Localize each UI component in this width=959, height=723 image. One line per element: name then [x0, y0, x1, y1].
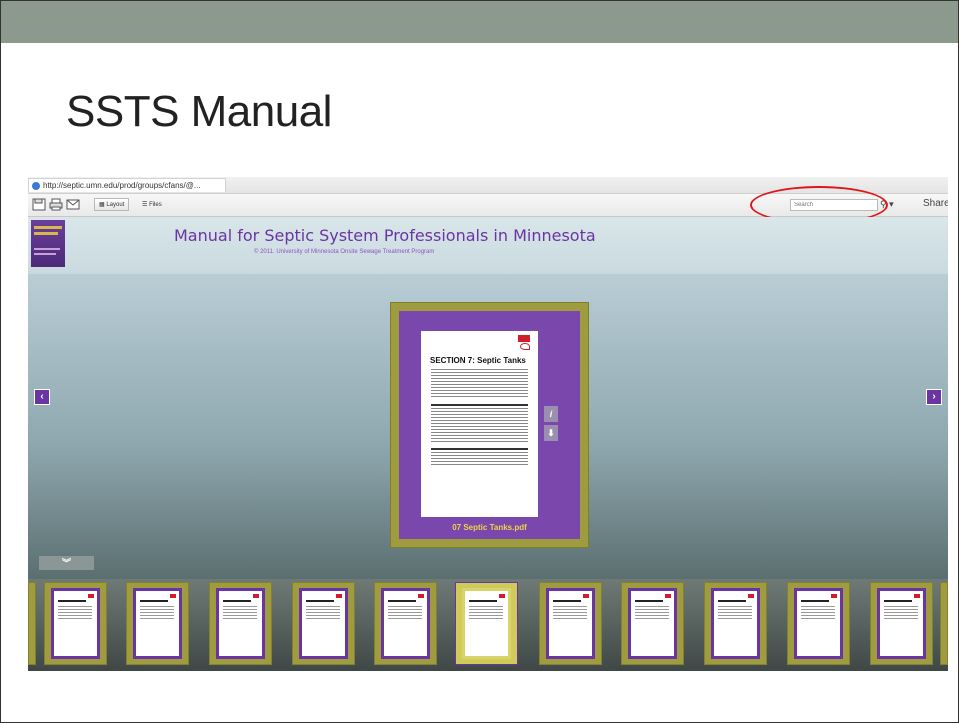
thumbnail-02[interactable]: [126, 582, 189, 665]
browser-screenshot: http://septic.umn.edu/prod/groups/cfans/…: [28, 177, 948, 671]
layout-button-label: Layout: [106, 202, 125, 208]
thumbnail-05[interactable]: [374, 582, 437, 665]
browser-tab-url: http://septic.umn.edu/prod/groups/cfans/…: [43, 181, 201, 190]
previous-page-button[interactable]: ‹: [34, 389, 50, 405]
thumbnail-04[interactable]: [292, 582, 355, 665]
thumbnail-strip: [28, 579, 948, 671]
document-caption: 07 Septic Tanks.pdf: [452, 523, 527, 532]
thumbnail-07[interactable]: [539, 582, 602, 665]
viewer-toolbar: ▦ Layout ☰ Files ⚲ ▾ Share: [28, 186, 948, 224]
viewer-stage: ‹ › SECTION 7: Septic Tanks i ⬇ 07 Septi…: [28, 274, 948, 579]
thumbnail-partial-right[interactable]: [940, 582, 948, 665]
manual-header: Manual for Septic System Professionals i…: [28, 217, 948, 274]
slide: SSTS Manual http://septic.umn.edu/prod/g…: [0, 0, 959, 723]
layout-icon: ▦: [99, 202, 105, 208]
files-button[interactable]: ☰ Files: [137, 198, 167, 211]
layout-button[interactable]: ▦ Layout: [94, 198, 130, 211]
browser-icon: [32, 182, 40, 190]
download-icon[interactable]: ⬇: [544, 425, 558, 441]
files-icon: ☰: [142, 202, 148, 208]
document-heading: SECTION 7: Septic Tanks: [430, 356, 526, 365]
document-page-preview: SECTION 7: Septic Tanks: [421, 331, 538, 517]
document-card: SECTION 7: Septic Tanks i ⬇ 07 Septic Ta…: [399, 311, 580, 539]
browser-tab[interactable]: http://septic.umn.edu/prod/groups/cfans/…: [28, 178, 226, 192]
current-document[interactable]: SECTION 7: Septic Tanks i ⬇ 07 Septic Ta…: [390, 302, 589, 548]
thumbnail-08[interactable]: [621, 582, 684, 665]
manual-logo: [31, 220, 65, 267]
thumbnail-10[interactable]: [787, 582, 850, 665]
manual-title: Manual for Septic System Professionals i…: [174, 226, 596, 245]
thumbnail-partial[interactable]: [28, 582, 36, 665]
slide-top-band: [1, 1, 958, 43]
pdf-icon: [518, 335, 532, 351]
thumbnail-09[interactable]: [704, 582, 767, 665]
thumbnail-06-active[interactable]: [455, 582, 518, 665]
next-page-button[interactable]: ›: [926, 389, 942, 405]
thumbnail-11[interactable]: [870, 582, 933, 665]
copyright-text: © 2011. University of Minnesota Onsite S…: [254, 249, 435, 255]
share-link[interactable]: Share: [923, 198, 948, 209]
collapse-toggle-button[interactable]: ︾: [39, 556, 94, 570]
thumbnail-01[interactable]: [44, 582, 107, 665]
thumbnail-03[interactable]: [209, 582, 272, 665]
files-button-label: Files: [149, 202, 162, 208]
print-icon[interactable]: [49, 198, 63, 211]
email-icon[interactable]: [66, 198, 80, 211]
save-icon[interactable]: [32, 198, 46, 211]
slide-title: SSTS Manual: [66, 87, 332, 136]
info-icon[interactable]: i: [544, 406, 558, 422]
